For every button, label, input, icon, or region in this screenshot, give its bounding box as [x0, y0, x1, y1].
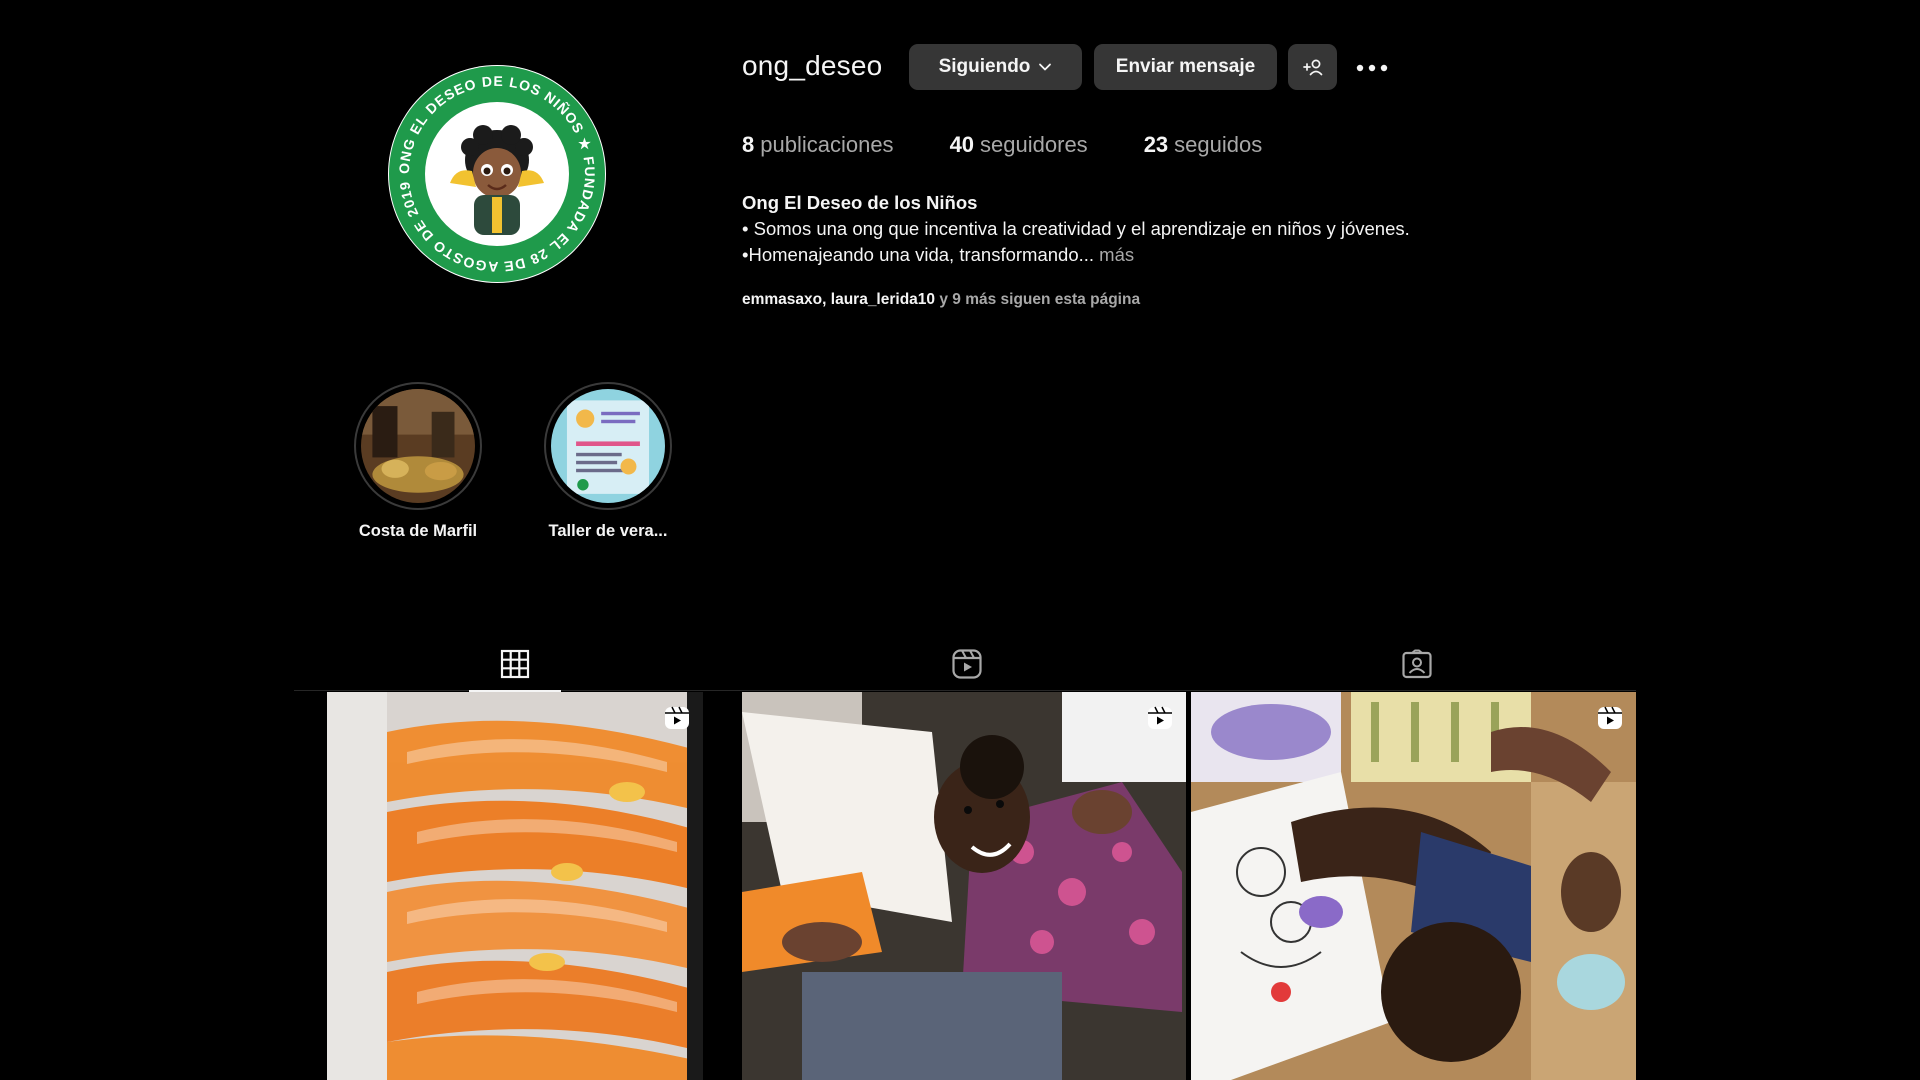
highlight-cover-image	[361, 389, 475, 503]
ong-logo-image: ONG EL DESEO DE LOS NIÑOS ★ FUNDADA EL 2…	[388, 65, 605, 282]
following-label: seguidos	[1174, 132, 1263, 157]
followers-stat[interactable]: 40 seguidores	[950, 132, 1088, 158]
following-stat[interactable]: 23 seguidos	[1144, 132, 1263, 158]
post-photo-smiling-girl	[742, 692, 1186, 1080]
tab-posts[interactable]	[469, 638, 561, 692]
highlight-photo-taller	[551, 389, 665, 503]
profile-page: ONG EL DESEO DE LOS NIÑOS ★ FUNDADA EL 2…	[0, 0, 1920, 1080]
send-message-button[interactable]: Enviar mensaje	[1094, 44, 1277, 90]
bio-more-link[interactable]: más	[1099, 244, 1134, 265]
posts-label: publicaciones	[760, 132, 894, 157]
tagged-icon	[1402, 649, 1432, 679]
chevron-down-icon	[1039, 63, 1052, 71]
followed-by-user-2[interactable]: laura_lerida10	[831, 291, 935, 308]
followed-by[interactable]: emmasaxo, laura_lerida10 y 9 más siguen …	[742, 291, 1140, 309]
send-message-button-label: Enviar mensaje	[1115, 56, 1256, 77]
post-thumbnail-3[interactable]	[1191, 692, 1636, 1080]
bio-line-2-wrap: •Homenajeando una vida, transformando...…	[742, 242, 1562, 268]
highlight-ring	[354, 382, 482, 510]
profile-avatar[interactable]: ONG EL DESEO DE LOS NIÑOS ★ FUNDADA EL 2…	[388, 65, 606, 283]
bio-name: Ong El Deseo de los Niños	[742, 192, 978, 213]
following-button[interactable]: Siguiendo	[909, 44, 1082, 90]
post-thumbnail-1[interactable]	[327, 692, 703, 1080]
followed-by-user-1[interactable]: emmasaxo	[742, 291, 822, 308]
followed-by-separator: ,	[822, 291, 827, 308]
add-user-icon	[1302, 59, 1322, 76]
reel-badge-icon	[665, 706, 689, 729]
reel-badge-icon	[1148, 706, 1172, 729]
post-photo-child-coloring	[1191, 692, 1636, 1080]
highlight-cover-image	[551, 389, 665, 503]
highlight-ring	[544, 382, 672, 510]
highlight-label: Costa de Marfil	[358, 522, 478, 540]
suggest-users-button[interactable]	[1288, 44, 1337, 90]
bio-line-2: •Homenajeando una vida, transformando...	[742, 244, 1095, 265]
more-options-icon	[1356, 64, 1388, 72]
reels-icon	[952, 649, 982, 679]
followers-label: seguidores	[980, 132, 1088, 157]
highlight-label: Taller de vera...	[548, 522, 668, 540]
followed-by-suffix: y 9 más siguen esta página	[939, 291, 1141, 308]
posts-count: 8	[742, 132, 755, 157]
tab-reels[interactable]	[921, 638, 1013, 690]
followers-count: 40	[949, 132, 975, 157]
profile-bio: Ong El Deseo de los Niños • Somos una on…	[742, 190, 1562, 268]
profile-stats: 8 publicaciones 40 seguidores 23 seguidos	[742, 132, 1318, 158]
more-options-button[interactable]	[1354, 56, 1390, 80]
bio-line-1: • Somos una ong que incentiva la creativ…	[742, 218, 1410, 239]
highlight-photo-costa	[361, 389, 475, 503]
posts-stat: 8 publicaciones	[742, 132, 894, 158]
tab-tagged[interactable]	[1371, 638, 1463, 690]
grid-icon	[500, 649, 530, 679]
following-count: 23	[1143, 132, 1169, 157]
highlight-costa-de-marfil[interactable]: Costa de Marfil	[338, 382, 498, 541]
profile-username: ong_deseo	[742, 50, 883, 81]
following-button-label: Siguiendo	[938, 56, 1031, 77]
reel-badge-icon	[1598, 706, 1622, 729]
post-photo-orange-bags	[327, 692, 703, 1080]
highlight-taller-de-verano[interactable]: Taller de vera...	[528, 382, 688, 541]
post-thumbnail-2[interactable]	[742, 692, 1186, 1080]
